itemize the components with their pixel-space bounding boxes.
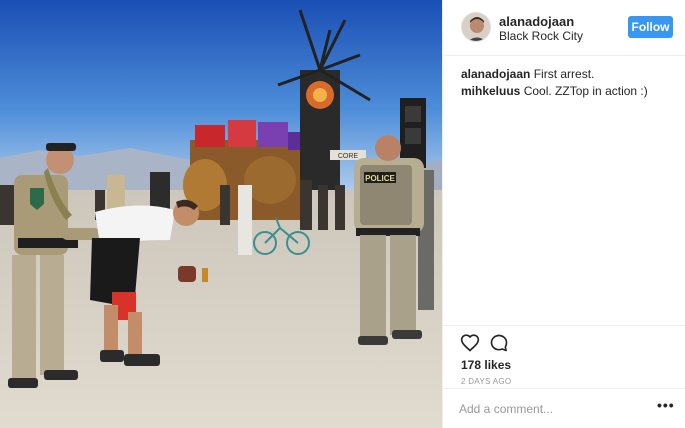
post-sidebar: alanadojaan Black Rock City Follow alana… <box>442 0 685 428</box>
svg-text:CORE: CORE <box>338 153 359 160</box>
photo-scene: CORE POLICE <box>0 0 442 428</box>
bag <box>178 266 196 282</box>
ellipsis-icon[interactable]: ••• <box>657 398 674 415</box>
follow-button[interactable]: Follow <box>628 16 673 38</box>
comment-input[interactable] <box>459 400 639 418</box>
post-actions: 178 likes 2 DAYS AGO <box>443 325 685 395</box>
post-header: alanadojaan Black Rock City Follow <box>443 0 685 56</box>
svg-text:POLICE: POLICE <box>365 174 395 183</box>
heart-icon[interactable] <box>460 333 480 353</box>
add-comment-bar: ••• <box>443 388 685 428</box>
avatar-image <box>462 13 490 41</box>
comments-list: alanadojaan First arrest. mihkeluus Cool… <box>461 66 676 100</box>
username-link[interactable]: alanadojaan <box>499 14 574 29</box>
comment-item: mihkeluus Cool. ZZTop in action :) <box>461 83 676 100</box>
post-timestamp: 2 DAYS AGO <box>461 377 512 386</box>
bottle <box>202 268 208 282</box>
comment-text: Cool. ZZTop in action :) <box>523 84 648 98</box>
post-photo[interactable]: CORE POLICE <box>0 0 442 428</box>
comment-text: First arrest. <box>533 67 595 81</box>
comment-username[interactable]: mihkeluus <box>461 84 520 98</box>
comment-username[interactable]: alanadojaan <box>461 67 530 81</box>
comment-item: alanadojaan First arrest. <box>461 66 676 83</box>
speech-bubble-icon[interactable] <box>489 333 509 353</box>
location-link[interactable]: Black Rock City <box>499 29 583 43</box>
likes-count[interactable]: 178 likes <box>461 358 511 372</box>
avatar[interactable] <box>461 12 491 42</box>
